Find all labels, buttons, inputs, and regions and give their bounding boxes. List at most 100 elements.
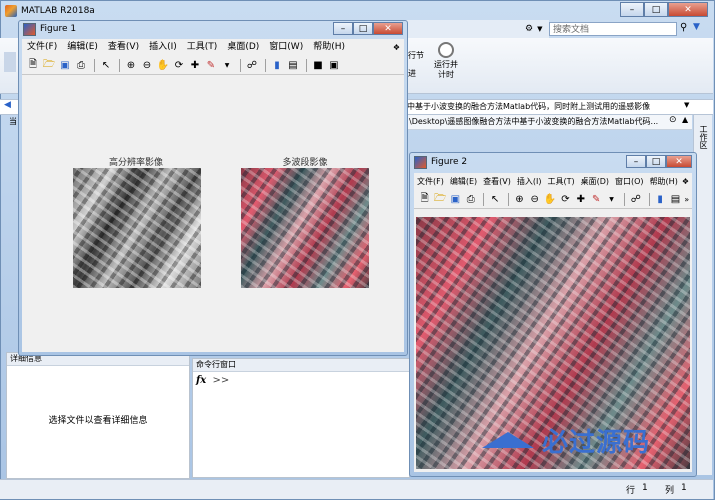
multiband-image[interactable] bbox=[241, 168, 369, 288]
pointer-icon[interactable]: ↖ bbox=[488, 192, 501, 206]
new-file-icon[interactable]: 🗎 bbox=[418, 192, 431, 206]
zoom-out-icon[interactable]: ⊖ bbox=[140, 58, 154, 72]
figure2-menu-edit[interactable]: 编辑(E) bbox=[447, 173, 480, 190]
rotate-icon[interactable]: ⟳ bbox=[559, 192, 572, 206]
toolbar-separator bbox=[624, 192, 626, 206]
high-res-image[interactable] bbox=[73, 168, 201, 288]
graduation-cap-icon bbox=[482, 432, 534, 448]
figure1-menu-desktop[interactable]: 桌面(D) bbox=[222, 39, 264, 56]
zoom-in-icon[interactable]: ⊕ bbox=[124, 58, 138, 72]
command-window-title: 命令行窗口 bbox=[196, 360, 236, 369]
hide-plot-tools-icon[interactable]: ■ bbox=[311, 58, 325, 72]
command-window-header: 命令行窗口 bbox=[193, 359, 409, 372]
details-panel: 详细信息 选择文件以查看详细信息 bbox=[6, 352, 190, 479]
figure2-menu-view[interactable]: 查看(V) bbox=[480, 173, 514, 190]
open-file-icon[interactable]: 🗁 bbox=[42, 58, 56, 72]
matlab-window-controls: – □ ✕ bbox=[620, 2, 708, 17]
command-prompt-line[interactable]: fx >> bbox=[196, 375, 229, 386]
figure2-minimize-button[interactable]: – bbox=[626, 155, 646, 168]
figure1-menu-help[interactable]: 帮助(H) bbox=[308, 39, 350, 56]
link-plot-icon[interactable]: ☍ bbox=[245, 58, 259, 72]
legend-icon[interactable]: ▤ bbox=[286, 58, 300, 72]
open-file-icon[interactable]: 🗁 bbox=[433, 192, 446, 206]
undo-icon[interactable]: ⚙ bbox=[525, 24, 533, 34]
search-placeholder: 搜索文档 bbox=[553, 25, 590, 35]
figure1-menu-dock-icon[interactable]: ❖ bbox=[393, 43, 400, 52]
toolbar-separator bbox=[240, 58, 241, 72]
zoom-out-icon[interactable]: ⊖ bbox=[528, 192, 541, 206]
figure1-menu-tools[interactable]: 工具(T) bbox=[182, 39, 223, 56]
figure1-menu-file[interactable]: 文件(F) bbox=[22, 39, 62, 56]
colorbar-icon[interactable]: ▮ bbox=[270, 58, 284, 72]
figure1-menu-view[interactable]: 查看(V) bbox=[103, 39, 144, 56]
legend-icon[interactable]: ▤ bbox=[669, 192, 682, 206]
show-plot-tools-icon[interactable]: ▣ bbox=[327, 58, 341, 72]
matlab-close-button[interactable]: ✕ bbox=[668, 2, 708, 17]
brush-dropdown-icon[interactable]: ▼ bbox=[220, 58, 234, 72]
figure1-minimize-button[interactable]: – bbox=[333, 22, 353, 35]
folder-path-text[interactable]: 中基于小波变换的融合方法Matlab代码，同时附上测试用的遥感影像 bbox=[407, 101, 650, 112]
figure2-app-icon bbox=[414, 155, 427, 169]
pan-icon[interactable]: ✋ bbox=[543, 192, 556, 206]
ribbon-left-icon[interactable] bbox=[4, 52, 16, 72]
pan-icon[interactable]: ✋ bbox=[156, 58, 170, 72]
figure2-menu-dock-icon[interactable]: ❖ bbox=[682, 177, 689, 186]
figure1-menu-insert[interactable]: 插入(I) bbox=[144, 39, 182, 56]
zoom-in-icon[interactable]: ⊕ bbox=[513, 192, 526, 206]
subfolder-path-text[interactable]: \Desktop\遥感图像融合方法中基于小波变换的融合方法Matlab代码... bbox=[409, 116, 658, 127]
figure2-menu-desktop[interactable]: 桌面(D) bbox=[578, 173, 612, 190]
rotate-icon[interactable]: ⟳ bbox=[172, 58, 186, 72]
figure1-canvas: 高分辨率影像 多波段影像 bbox=[22, 75, 404, 352]
brush-dropdown-icon[interactable]: ▼ bbox=[605, 192, 618, 206]
subbar-menu-icon[interactable]: ▲ bbox=[682, 115, 688, 124]
back-arrow-icon[interactable]: ◀ bbox=[4, 100, 11, 110]
colorbar-icon[interactable]: ▮ bbox=[653, 192, 666, 206]
brush-icon[interactable]: ✎ bbox=[204, 58, 218, 72]
save-icon[interactable]: ▣ bbox=[449, 192, 462, 206]
figure1-close-button[interactable]: ✕ bbox=[373, 22, 403, 35]
toolbar-overflow-icon[interactable]: » bbox=[684, 195, 689, 204]
command-window[interactable]: 命令行窗口 fx >> bbox=[192, 358, 410, 478]
help-icon[interactable]: ▼ bbox=[693, 22, 705, 36]
run-and-time-button[interactable]: 运行并 计时 bbox=[430, 42, 462, 88]
figure2-menu-insert[interactable]: 插入(I) bbox=[514, 173, 545, 190]
figure1-maximize-button[interactable]: □ bbox=[353, 22, 373, 35]
figure2-menu-tools[interactable]: 工具(T) bbox=[544, 173, 577, 190]
matlab-maximize-button[interactable]: □ bbox=[644, 2, 668, 17]
watermark-logo: 必过源码 bbox=[482, 418, 682, 462]
data-cursor-icon[interactable]: ✚ bbox=[188, 58, 202, 72]
step-label: 行节 bbox=[408, 51, 424, 60]
print-icon[interactable]: ⎙ bbox=[74, 58, 88, 72]
figure2-menu-help[interactable]: 帮助(H) bbox=[647, 173, 681, 190]
save-icon[interactable]: ▣ bbox=[58, 58, 72, 72]
step-button[interactable]: 行节 bbox=[408, 50, 432, 61]
figure1-menu-window[interactable]: 窗口(W) bbox=[264, 39, 308, 56]
pointer-icon[interactable]: ↖ bbox=[99, 58, 113, 72]
figure1-title: Figure 1 bbox=[40, 24, 77, 34]
fx-icon[interactable]: fx bbox=[196, 375, 206, 386]
data-cursor-icon[interactable]: ✚ bbox=[574, 192, 587, 206]
figure1-app-icon bbox=[23, 22, 36, 36]
figure1-body: 文件(F) 编辑(E) 查看(V) 插入(I) 工具(T) 桌面(D) 窗口(W… bbox=[22, 39, 404, 352]
quick-access-dropdown-icon[interactable]: ▼ bbox=[537, 25, 542, 33]
path-subbar: \Desktop\遥感图像融合方法中基于小波变换的融合方法Matlab代码...… bbox=[407, 115, 692, 130]
advance-label: 进 bbox=[408, 69, 416, 78]
brush-icon[interactable]: ✎ bbox=[590, 192, 603, 206]
figure2-title: Figure 2 bbox=[431, 157, 468, 167]
advance-button[interactable]: 进 bbox=[408, 68, 432, 79]
search-icon[interactable]: ⚲ bbox=[680, 22, 692, 36]
figure2-close-button[interactable]: ✕ bbox=[666, 155, 692, 168]
path-dropdown-icon[interactable]: ▼ bbox=[684, 101, 689, 109]
figure2-maximize-button[interactable]: □ bbox=[646, 155, 666, 168]
matlab-minimize-button[interactable]: – bbox=[620, 2, 644, 17]
link-plot-icon[interactable]: ☍ bbox=[629, 192, 642, 206]
left-label-top: 当 bbox=[9, 117, 17, 126]
print-icon[interactable]: ⎙ bbox=[464, 192, 477, 206]
figure2-menu-file[interactable]: 文件(F) bbox=[414, 173, 447, 190]
figure2-menu-window[interactable]: 窗口(O) bbox=[612, 173, 647, 190]
subbar-expand-icon[interactable]: ⊙ bbox=[669, 115, 677, 125]
figure1-menu-edit[interactable]: 编辑(E) bbox=[62, 39, 103, 56]
search-documentation-input[interactable]: 搜索文档 bbox=[549, 22, 677, 36]
new-file-icon[interactable]: 🗎 bbox=[26, 58, 40, 72]
status-bar: 行 1 列 1 bbox=[0, 479, 713, 499]
